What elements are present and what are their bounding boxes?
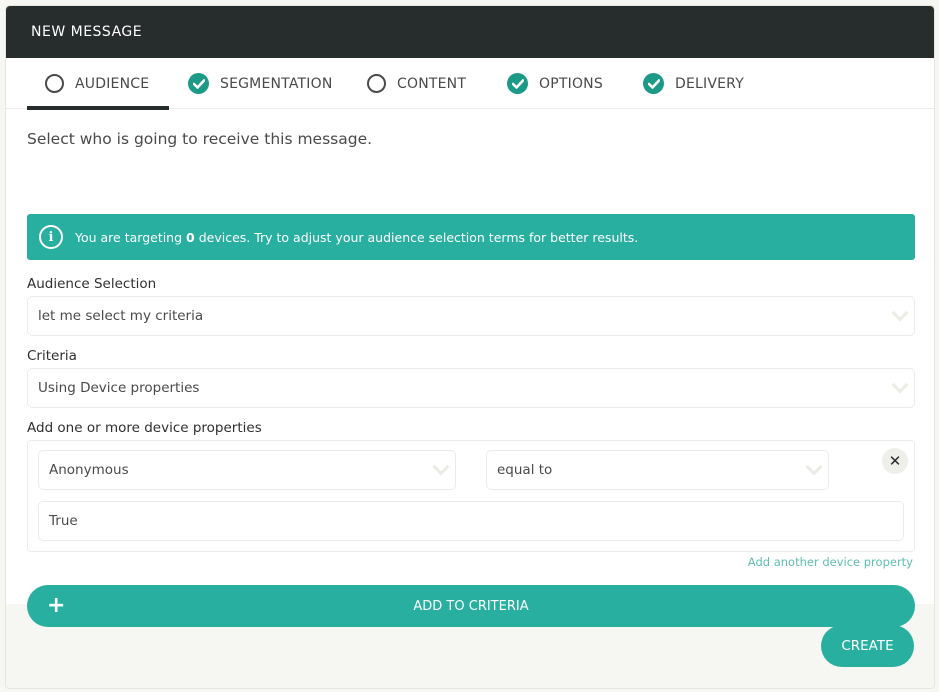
- check-circle-icon: [188, 73, 209, 94]
- property-value-input[interactable]: True: [38, 501, 904, 541]
- chevron-down-icon: [432, 458, 450, 476]
- tab-label: CONTENT: [397, 75, 467, 92]
- audience-selection-select[interactable]: let me select my criteria: [27, 296, 915, 336]
- circle-outline-icon: [45, 74, 64, 93]
- tab-label: AUDIENCE: [75, 75, 150, 92]
- criteria-select[interactable]: Using Device properties: [27, 368, 915, 408]
- remove-property-button[interactable]: ✕: [882, 448, 908, 474]
- info-icon: i: [39, 225, 63, 249]
- dialog-title: NEW MESSAGE: [31, 24, 143, 40]
- targeting-alert: i You are targeting 0 devices. Try to ad…: [27, 214, 915, 260]
- intro-text: Select who is going to receive this mess…: [27, 130, 373, 148]
- operator-select[interactable]: equal to: [486, 450, 829, 490]
- button-label: CREATE: [841, 638, 894, 654]
- property-select[interactable]: Anonymous: [38, 450, 456, 490]
- chevron-down-icon: [805, 458, 823, 476]
- tab-label: SEGMENTATION: [220, 75, 333, 92]
- dialog-body: AUDIENCE SEGMENTATION CONTENT OPTIONS DE…: [6, 58, 934, 627]
- new-message-dialog: NEW MESSAGE AUDIENCE SEGMENTATION CONTEN…: [5, 5, 935, 689]
- input-value: True: [49, 513, 78, 529]
- device-count: 0: [186, 229, 195, 245]
- create-button[interactable]: CREATE: [821, 625, 914, 667]
- select-value: Using Device properties: [38, 380, 200, 396]
- alert-text: You are targeting 0 devices. Try to adju…: [75, 229, 639, 245]
- tab-segmentation[interactable]: SEGMENTATION: [188, 58, 333, 109]
- dialog-header: NEW MESSAGE: [6, 6, 934, 58]
- circle-outline-icon: [367, 74, 386, 93]
- add-another-property-link[interactable]: Add another device property: [748, 555, 913, 569]
- select-value: let me select my criteria: [38, 308, 204, 324]
- check-circle-icon: [643, 73, 664, 94]
- wizard-tabs: AUDIENCE SEGMENTATION CONTENT OPTIONS DE…: [6, 58, 934, 110]
- tab-label: DELIVERY: [675, 75, 744, 92]
- device-properties-label: Add one or more device properties: [27, 420, 262, 436]
- dialog-footer: CREATE: [6, 604, 934, 688]
- check-circle-icon: [507, 73, 528, 94]
- chevron-down-icon: [891, 376, 909, 394]
- close-icon: ✕: [888, 452, 902, 470]
- chevron-down-icon: [891, 304, 909, 322]
- tab-label: OPTIONS: [539, 75, 603, 92]
- select-value: equal to: [497, 462, 553, 478]
- select-value: Anonymous: [49, 462, 129, 478]
- criteria-label: Criteria: [27, 348, 77, 364]
- audience-selection-label: Audience Selection: [27, 276, 157, 292]
- tab-options[interactable]: OPTIONS: [507, 58, 603, 109]
- tab-delivery[interactable]: DELIVERY: [643, 58, 744, 109]
- tab-content[interactable]: CONTENT: [367, 58, 466, 109]
- tab-audience[interactable]: AUDIENCE: [27, 58, 170, 110]
